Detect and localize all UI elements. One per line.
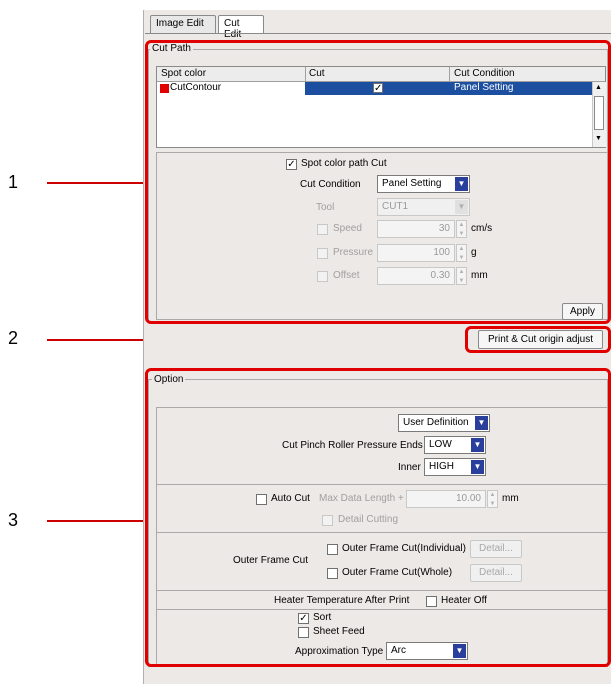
tab-cut-edit[interactable]: Cut Edit — [218, 15, 264, 40]
callout-3: 3 — [8, 510, 19, 530]
callout-3-highlight — [145, 368, 611, 667]
callout-1-highlight — [145, 40, 611, 324]
callout-1: 1 — [8, 172, 19, 192]
callout-2: 2 — [8, 328, 19, 348]
callout-1-line — [47, 182, 143, 184]
tab-image-edit[interactable]: Image Edit — [150, 15, 216, 34]
callout-3-line — [47, 520, 143, 522]
callout-2-highlight — [465, 326, 611, 353]
tab-divider — [145, 33, 611, 34]
